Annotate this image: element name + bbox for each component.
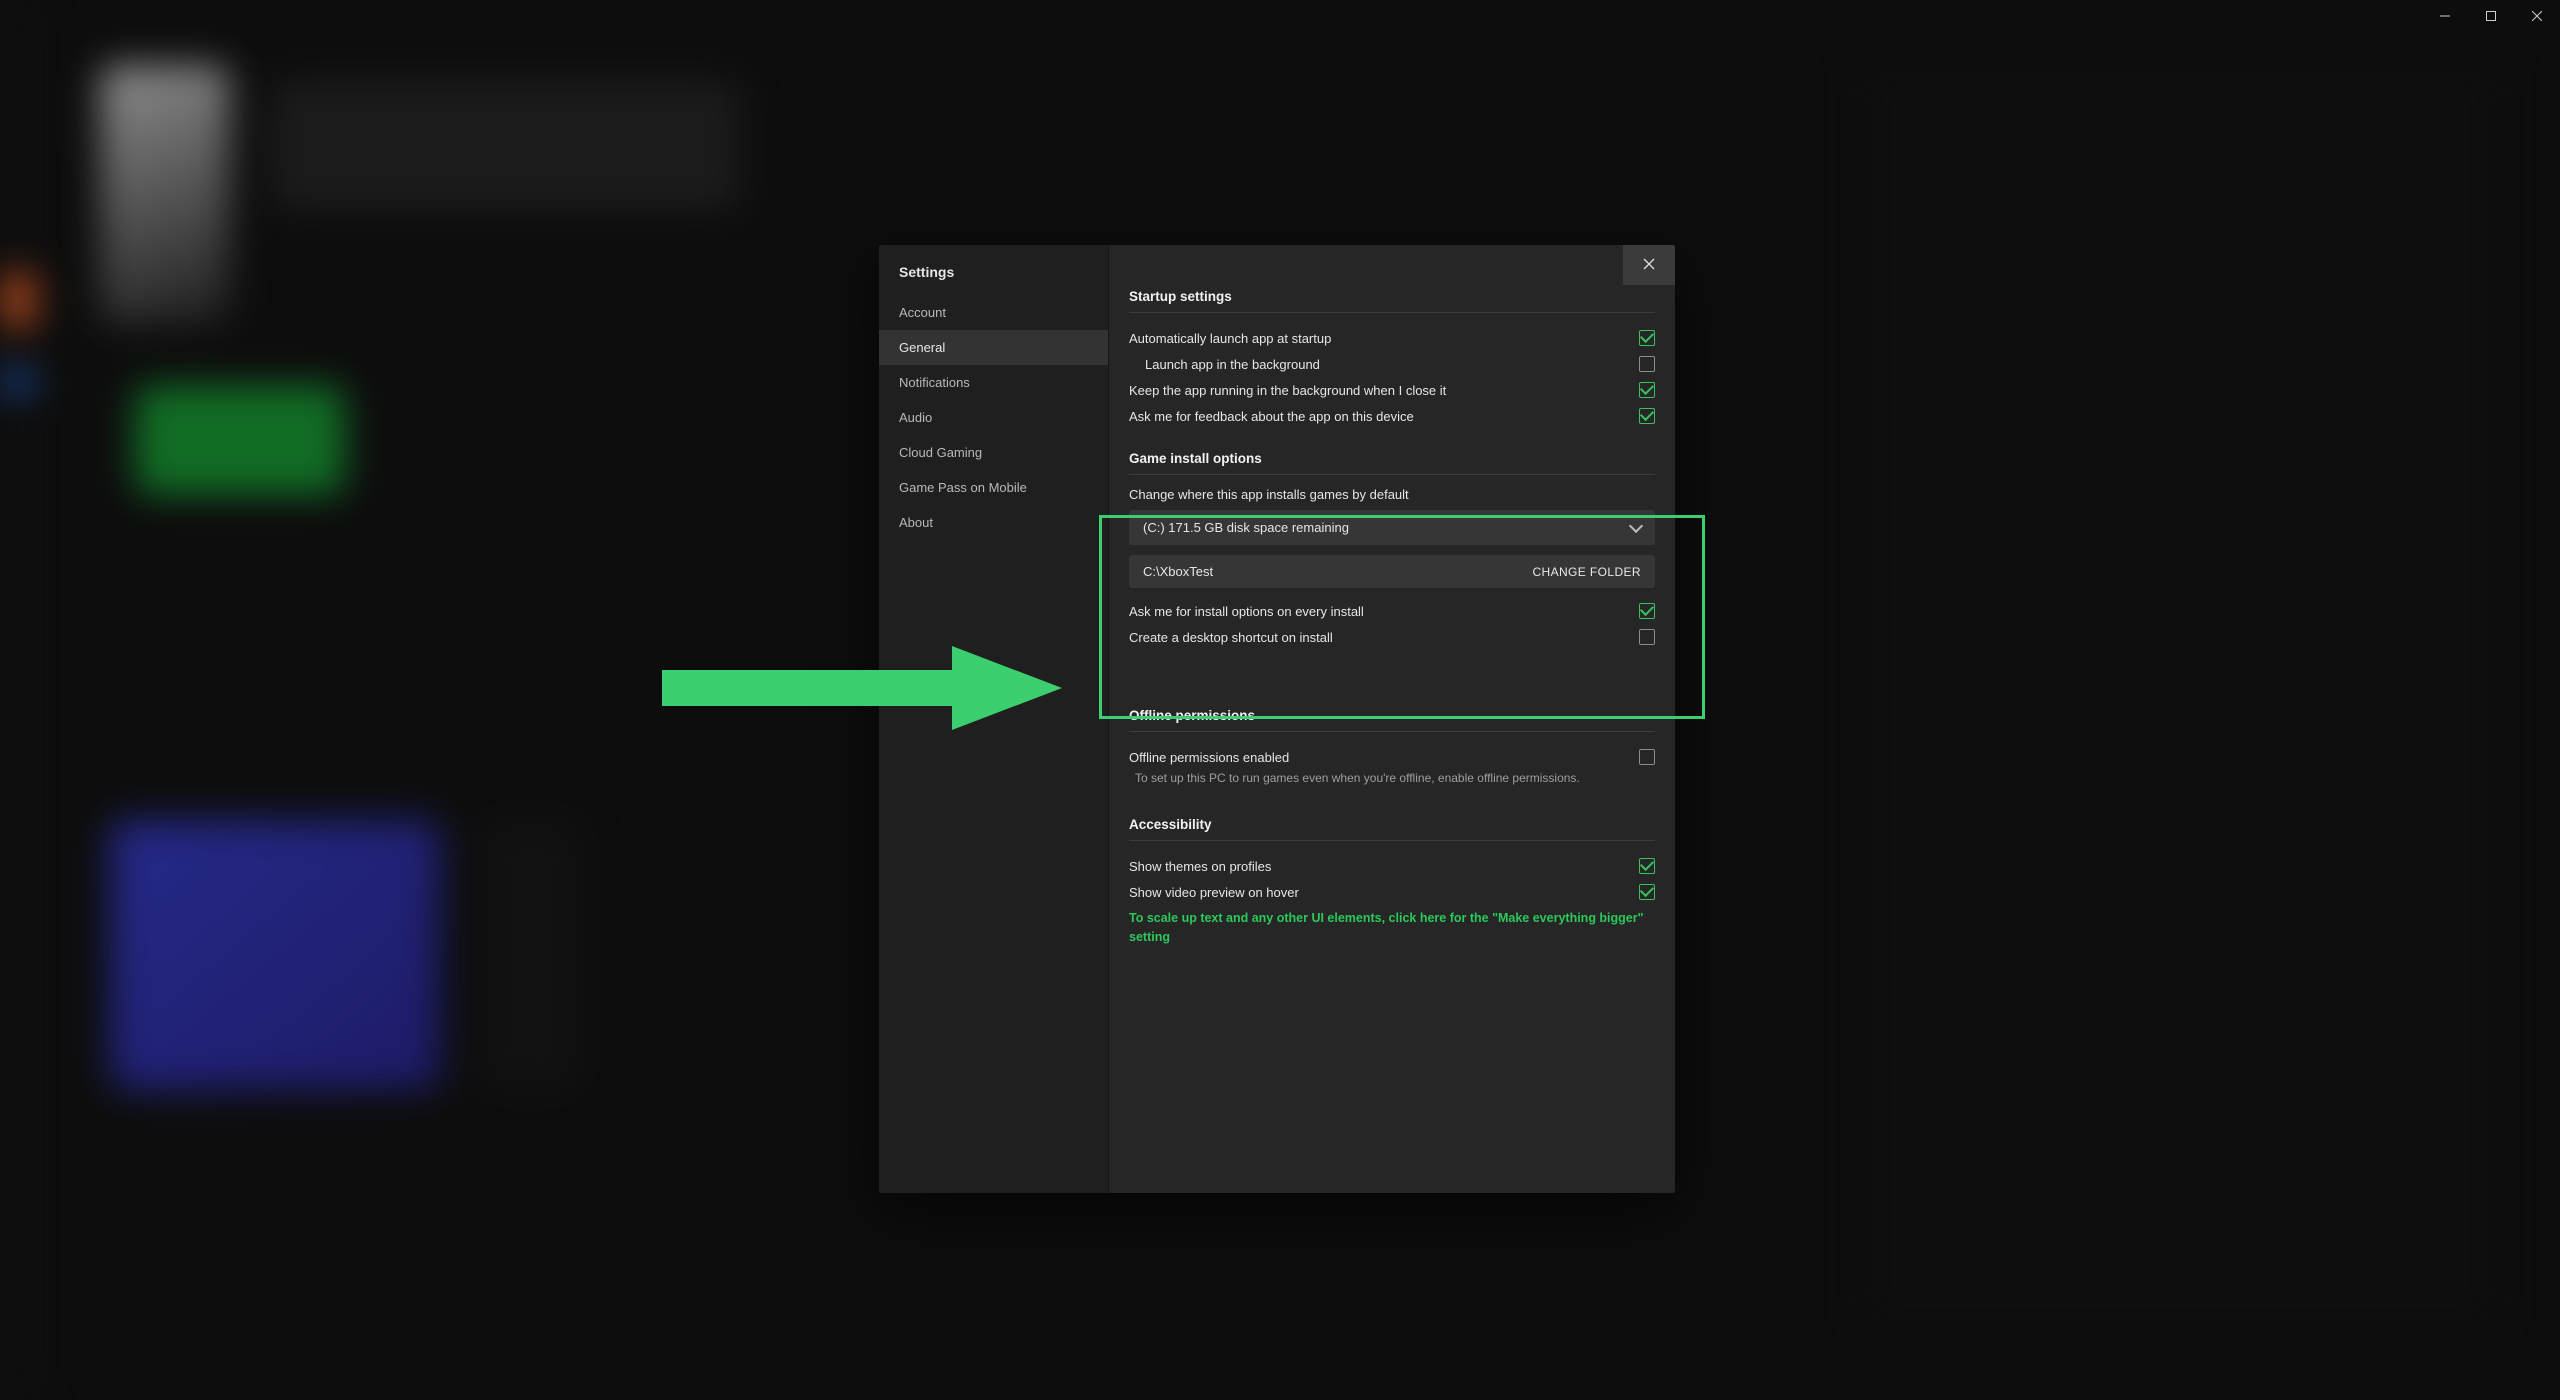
window-caption-buttons: [2422, 0, 2560, 32]
label-show-preview: Show video preview on hover: [1129, 885, 1629, 900]
label-keep-running: Keep the app running in the background w…: [1129, 383, 1629, 398]
settings-sidebar: Settings Account General Notifications Audi…: [879, 245, 1109, 1193]
checkbox-create-shortcut[interactable]: [1639, 629, 1655, 645]
label-ask-each-install: Ask me for install options on every inst…: [1129, 604, 1629, 619]
offline-helper-text: To set up this PC to run games even when…: [1129, 770, 1655, 789]
checkbox-auto-launch[interactable]: [1639, 330, 1655, 346]
install-drive-selected: (C:) 171.5 GB disk space remaining: [1143, 520, 1349, 535]
divider: [1129, 731, 1655, 732]
settings-dialog: Settings Account General Notifications Audi…: [879, 245, 1675, 1193]
checkbox-ask-feedback[interactable]: [1639, 408, 1655, 424]
checkbox-show-preview[interactable]: [1639, 884, 1655, 900]
close-dialog-button[interactable]: [1623, 245, 1675, 285]
checkbox-offline-enabled[interactable]: [1639, 749, 1655, 765]
sidebar-item-general[interactable]: General: [879, 330, 1108, 365]
row-launch-bg: Launch app in the background: [1129, 351, 1655, 377]
row-ask-each-install: Ask me for install options on every inst…: [1129, 598, 1655, 624]
checkbox-launch-bg[interactable]: [1639, 356, 1655, 372]
label-offline-enabled: Offline permissions enabled: [1129, 750, 1629, 765]
label-launch-bg: Launch app in the background: [1145, 357, 1629, 372]
maximize-button[interactable]: [2468, 0, 2514, 32]
sidebar-item-label: Cloud Gaming: [899, 445, 982, 460]
sidebar-item-label: Notifications: [899, 375, 970, 390]
checkbox-keep-running[interactable]: [1639, 382, 1655, 398]
checkbox-show-themes[interactable]: [1639, 858, 1655, 874]
divider: [1129, 840, 1655, 841]
row-show-preview: Show video preview on hover: [1129, 879, 1655, 905]
minimize-button[interactable]: [2422, 0, 2468, 32]
section-title-accessibility: Accessibility: [1129, 817, 1655, 832]
label-show-themes: Show themes on profiles: [1129, 859, 1629, 874]
sidebar-item-audio[interactable]: Audio: [879, 400, 1108, 435]
close-window-button[interactable]: [2514, 0, 2560, 32]
dialog-title: Settings: [879, 253, 1108, 295]
settings-main-panel: Startup settings Automatically launch ap…: [1109, 245, 1675, 1193]
label-ask-feedback: Ask me for feedback about the app on thi…: [1129, 409, 1629, 424]
sidebar-item-label: Audio: [899, 410, 932, 425]
change-folder-button[interactable]: CHANGE FOLDER: [1532, 565, 1641, 579]
sidebar-item-about[interactable]: About: [879, 505, 1108, 540]
install-folder-field: C:\XboxTest CHANGE FOLDER: [1129, 555, 1655, 588]
sidebar-item-cloud[interactable]: Cloud Gaming: [879, 435, 1108, 470]
checkbox-ask-each-install[interactable]: [1639, 603, 1655, 619]
divider: [1129, 312, 1655, 313]
install-folder-path: C:\XboxTest: [1143, 564, 1213, 579]
sidebar-item-notifications[interactable]: Notifications: [879, 365, 1108, 400]
section-title-install: Game install options: [1129, 451, 1655, 466]
accessibility-scale-link[interactable]: To scale up text and any other UI elemen…: [1129, 905, 1655, 948]
sidebar-item-account[interactable]: Account: [879, 295, 1108, 330]
row-keep-running: Keep the app running in the background w…: [1129, 377, 1655, 403]
sidebar-item-label: Account: [899, 305, 946, 320]
sidebar-item-gpmobile[interactable]: Game Pass on Mobile: [879, 470, 1108, 505]
sidebar-item-label: General: [899, 340, 945, 355]
row-offline-enabled: Offline permissions enabled: [1129, 744, 1655, 770]
row-create-shortcut: Create a desktop shortcut on install: [1129, 624, 1655, 650]
label-auto-launch: Automatically launch app at startup: [1129, 331, 1629, 346]
section-title-offline: Offline permissions: [1129, 708, 1655, 723]
chevron-down-icon: [1629, 518, 1643, 532]
sidebar-item-label: Game Pass on Mobile: [899, 480, 1027, 495]
label-create-shortcut: Create a desktop shortcut on install: [1129, 630, 1629, 645]
label-change-where: Change where this app installs games by …: [1129, 487, 1655, 502]
row-auto-launch: Automatically launch app at startup: [1129, 325, 1655, 351]
divider: [1129, 474, 1655, 475]
sidebar-item-label: About: [899, 515, 933, 530]
install-drive-select[interactable]: (C:) 171.5 GB disk space remaining: [1129, 510, 1655, 545]
row-show-themes: Show themes on profiles: [1129, 853, 1655, 879]
section-title-startup: Startup settings: [1129, 289, 1655, 304]
row-ask-feedback: Ask me for feedback about the app on thi…: [1129, 403, 1655, 429]
close-icon: [1643, 257, 1655, 273]
